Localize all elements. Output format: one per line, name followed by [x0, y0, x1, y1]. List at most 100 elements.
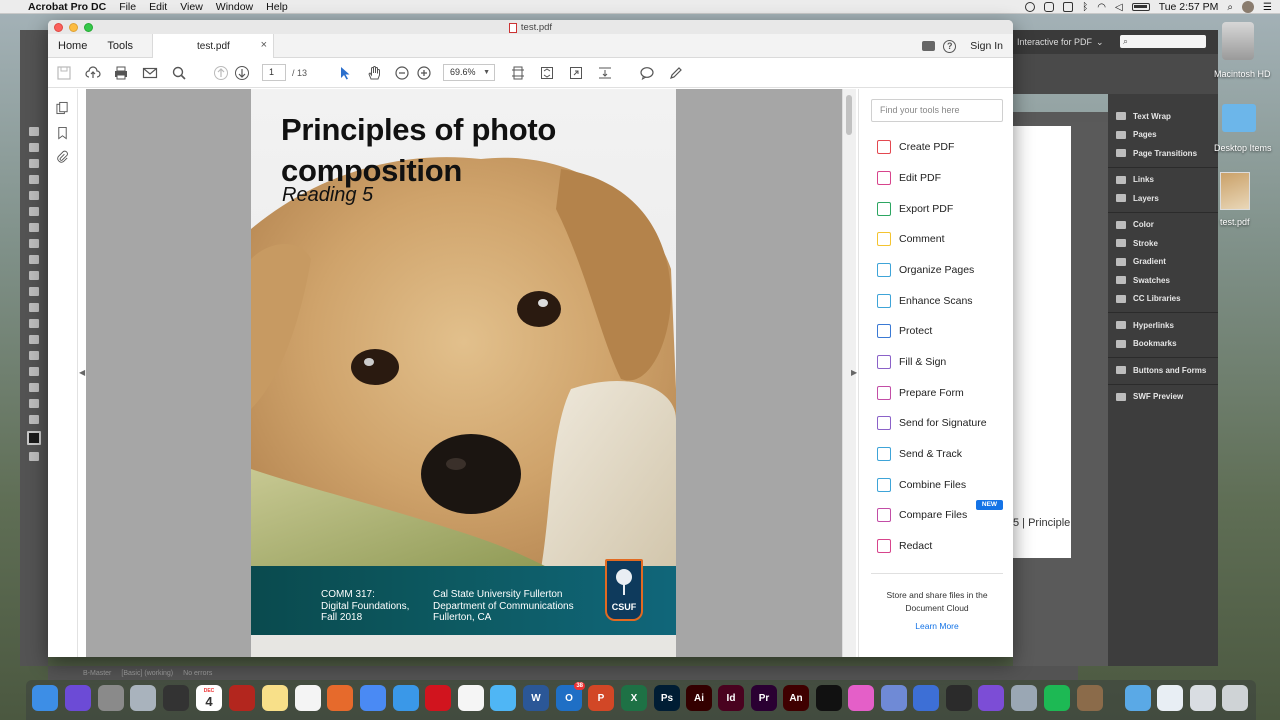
tool-redact[interactable]: Redact: [877, 537, 932, 555]
panel-stroke[interactable]: Stroke: [1108, 234, 1218, 253]
spotlight-icon[interactable]: ⌕: [1227, 2, 1233, 13]
zoom-level-select[interactable]: 69.6% ▼: [443, 64, 495, 81]
comment-icon[interactable]: [639, 65, 655, 81]
email-icon[interactable]: [142, 65, 158, 81]
gradient-feather-icon[interactable]: [29, 351, 39, 360]
menu-help[interactable]: Help: [266, 1, 288, 13]
outlook-icon[interactable]: O 38: [556, 682, 585, 711]
system-preferences-icon[interactable]: [98, 685, 124, 711]
tool-prepare-form[interactable]: Prepare Form: [877, 384, 964, 402]
hard-drive-icon[interactable]: [1222, 22, 1254, 60]
close-tab-icon[interactable]: ×: [261, 39, 267, 51]
hand-tool-icon[interactable]: [366, 65, 382, 81]
quicktime-icon[interactable]: [946, 685, 972, 711]
tool-export-pdf[interactable]: Export PDF: [877, 200, 953, 218]
rectangle-tool-icon[interactable]: [29, 287, 39, 296]
page-display-icon[interactable]: [597, 65, 613, 81]
scissors-tool-icon[interactable]: [29, 303, 39, 312]
itunes-icon[interactable]: [848, 685, 874, 711]
folder-icon[interactable]: [1222, 104, 1256, 132]
scroll-thumb[interactable]: [846, 95, 852, 135]
mail-stack-icon[interactable]: [1190, 685, 1216, 711]
panel-layers[interactable]: Layers: [1108, 189, 1218, 208]
panel-pages[interactable]: Pages: [1108, 126, 1218, 145]
airplay-icon[interactable]: [1063, 2, 1074, 12]
zoom-window-button[interactable]: [84, 22, 93, 32]
direct-selection-tool-icon[interactable]: [29, 143, 39, 152]
photo-booth-icon[interactable]: [163, 685, 189, 711]
tab-tools[interactable]: Tools: [97, 34, 143, 57]
next-page-icon[interactable]: [234, 65, 250, 81]
excel-icon[interactable]: X: [621, 685, 647, 711]
panel-links[interactable]: Links: [1108, 171, 1218, 190]
zoom-in-icon[interactable]: [416, 65, 432, 81]
page-number-input[interactable]: 1: [262, 64, 286, 81]
master-page-select[interactable]: B-Master: [83, 670, 111, 677]
tool-send-track[interactable]: Send & Track: [877, 445, 962, 463]
highlight-pen-icon[interactable]: [668, 65, 684, 81]
trash-icon[interactable]: [1222, 685, 1248, 711]
opera-icon[interactable]: [425, 685, 451, 711]
content-collector-icon[interactable]: [29, 191, 39, 200]
panel-hyperlinks[interactable]: Hyperlinks: [1108, 316, 1218, 335]
panel-cc-libraries[interactable]: CC Libraries: [1108, 290, 1218, 309]
line-tool-icon[interactable]: [29, 223, 39, 232]
launchpad-icon[interactable]: [130, 685, 156, 711]
panel-text-wrap[interactable]: Text Wrap: [1108, 107, 1218, 126]
bookmarks-icon[interactable]: [56, 126, 69, 140]
tool-compare-files[interactable]: Compare Files: [877, 506, 967, 524]
pdf-file-icon[interactable]: [1220, 172, 1250, 210]
finder-icon[interactable]: [32, 685, 58, 711]
tool-protect[interactable]: Protect: [877, 322, 932, 340]
search-icon[interactable]: [171, 65, 187, 81]
previous-page-icon[interactable]: [213, 65, 229, 81]
collapse-right-panel-icon[interactable]: ▶: [851, 368, 857, 377]
user-avatar[interactable]: [1242, 1, 1255, 13]
panel-page-transitions[interactable]: Page Transitions: [1108, 144, 1218, 163]
creative-cloud-icon[interactable]: [1044, 2, 1055, 12]
firefox-icon[interactable]: [327, 685, 353, 711]
gradient-tool-icon[interactable]: [29, 335, 39, 344]
window-titlebar[interactable]: test.pdf: [48, 20, 1013, 34]
app-menu[interactable]: Acrobat Pro DC: [28, 1, 106, 13]
menu-window[interactable]: Window: [216, 1, 253, 13]
menu-file[interactable]: File: [119, 1, 136, 13]
calendar-icon[interactable]: DEC 4: [196, 685, 222, 711]
help-icon[interactable]: ?: [943, 39, 957, 53]
downloads-folder-icon[interactable]: [1125, 685, 1151, 711]
bluetooth-icon[interactable]: ᛒ: [1082, 2, 1088, 13]
select-tool-icon[interactable]: [337, 65, 353, 81]
page-thumbnails-icon[interactable]: [56, 101, 69, 115]
rectangle-frame-icon[interactable]: [29, 271, 39, 280]
background-search-field[interactable]: ⌕: [1120, 35, 1206, 48]
dictionary-icon[interactable]: [881, 685, 907, 711]
panel-swatches[interactable]: Swatches: [1108, 271, 1218, 290]
keynote-icon[interactable]: [913, 685, 939, 711]
scrolling-mode-icon[interactable]: [510, 65, 526, 81]
panel-gradient[interactable]: Gradient: [1108, 253, 1218, 272]
save-icon[interactable]: [56, 65, 72, 81]
fit-page-icon[interactable]: [539, 65, 555, 81]
indesign-icon[interactable]: Id: [718, 685, 744, 711]
hand-tool-icon[interactable]: [29, 399, 39, 408]
print-icon[interactable]: [113, 65, 129, 81]
tool-comment[interactable]: Comment: [877, 230, 945, 248]
menu-view[interactable]: View: [180, 1, 203, 13]
archive-icon[interactable]: [1077, 685, 1103, 711]
full-screen-icon[interactable]: [568, 65, 584, 81]
tool-combine-files[interactable]: Combine Files: [877, 476, 966, 494]
tool-enhance-scans[interactable]: Enhance Scans: [877, 292, 973, 310]
panel-color[interactable]: Color: [1108, 216, 1218, 235]
zoom-out-icon[interactable]: [394, 65, 410, 81]
preflight-profile[interactable]: [Basic] (working): [121, 670, 173, 677]
image-capture-icon[interactable]: [1011, 685, 1037, 711]
volume-icon[interactable]: ◁: [1115, 2, 1123, 13]
gap-tool-icon[interactable]: [29, 175, 39, 184]
transform-tool-icon[interactable]: [29, 319, 39, 328]
panel-buttons-forms[interactable]: Buttons and Forms: [1108, 361, 1218, 380]
tool-create-pdf[interactable]: Create PDF: [877, 138, 954, 156]
notes-icon[interactable]: [262, 685, 288, 711]
note-tool-icon[interactable]: [29, 367, 39, 376]
reminders-icon[interactable]: [295, 685, 321, 711]
animate-icon[interactable]: An: [783, 685, 809, 711]
